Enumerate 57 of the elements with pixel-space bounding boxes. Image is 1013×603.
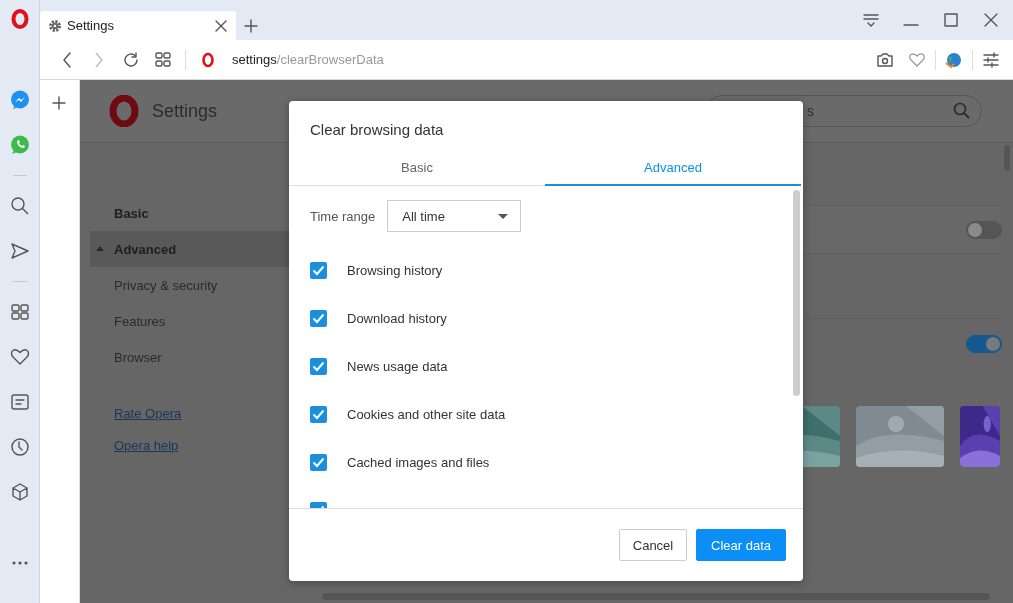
- search-icon[interactable]: [9, 195, 30, 216]
- nav-item[interactable]: Browser: [90, 339, 290, 375]
- checkbox[interactable]: [310, 453, 327, 471]
- gear-icon: [48, 18, 62, 33]
- news-icon[interactable]: [9, 391, 30, 412]
- cube-icon[interactable]: [9, 481, 30, 502]
- chat-bubble-icon[interactable]: [9, 89, 30, 110]
- heart-icon[interactable]: [908, 50, 926, 69]
- checkbox-label: Cached images and files: [347, 454, 490, 470]
- dialog-title: Clear browsing data: [309, 120, 445, 140]
- clock-icon[interactable]: [9, 436, 30, 457]
- nav-item[interactable]: Privacy & security: [90, 267, 290, 303]
- toggle-switch[interactable]: [966, 335, 1002, 353]
- nav-item[interactable]: Advanced: [90, 231, 290, 267]
- clear-data-button[interactable]: Clear data: [696, 529, 786, 561]
- nav-item[interactable]: Basic: [90, 195, 290, 231]
- plus-icon[interactable]: [244, 18, 258, 33]
- address-field[interactable]: settings/clearBrowserData: [232, 52, 869, 67]
- checkbox[interactable]: [310, 405, 327, 423]
- checkbox[interactable]: [310, 261, 327, 279]
- scrollbar-thumb[interactable]: [793, 190, 800, 396]
- dropdown[interactable]: All time: [387, 200, 522, 232]
- cancel-button[interactable]: Cancel: [619, 529, 687, 561]
- logo-icon: [10, 9, 29, 29]
- camera-icon[interactable]: [876, 50, 894, 69]
- tab-menu-icon[interactable]: [862, 12, 880, 28]
- toggle-switch[interactable]: [966, 220, 1002, 239]
- maximize-icon[interactable]: [943, 12, 959, 28]
- heart-icon[interactable]: [9, 346, 30, 367]
- checkbox-label: Cookies and other site data: [347, 406, 506, 422]
- link[interactable]: Rate Opera: [114, 397, 182, 429]
- add-panel-icon[interactable]: [52, 96, 66, 110]
- grid-icon[interactable]: [154, 50, 172, 69]
- checkbox[interactable]: [310, 357, 327, 375]
- caret-icon: [498, 213, 509, 219]
- close-icon[interactable]: [983, 12, 999, 28]
- close-icon[interactable]: [214, 18, 228, 33]
- reload-icon[interactable]: [122, 50, 140, 69]
- field-label: Time range: [310, 208, 376, 224]
- browser-tab[interactable]: Settings: [40, 11, 236, 40]
- globe-icon[interactable]: [944, 50, 964, 69]
- phone-bubble-icon[interactable]: [9, 134, 30, 155]
- checkbox-label: Browsing history: [347, 262, 443, 278]
- tab[interactable]: Advanced: [545, 150, 801, 186]
- send-icon[interactable]: [9, 240, 30, 261]
- grid-icon[interactable]: [9, 301, 30, 322]
- checkbox-label: News usage data: [347, 358, 448, 374]
- checkbox[interactable]: [310, 309, 327, 327]
- link[interactable]: Opera help: [114, 429, 179, 461]
- search-icon[interactable]: [953, 102, 971, 120]
- checkbox-label: Download history: [347, 310, 447, 326]
- logo-icon: [108, 95, 140, 127]
- tab[interactable]: Basic: [289, 150, 545, 186]
- page-title: Settings: [152, 100, 219, 122]
- sliders-icon[interactable]: [982, 50, 1000, 69]
- nav-item[interactable]: Features: [90, 303, 290, 339]
- logo-icon: [201, 51, 215, 68]
